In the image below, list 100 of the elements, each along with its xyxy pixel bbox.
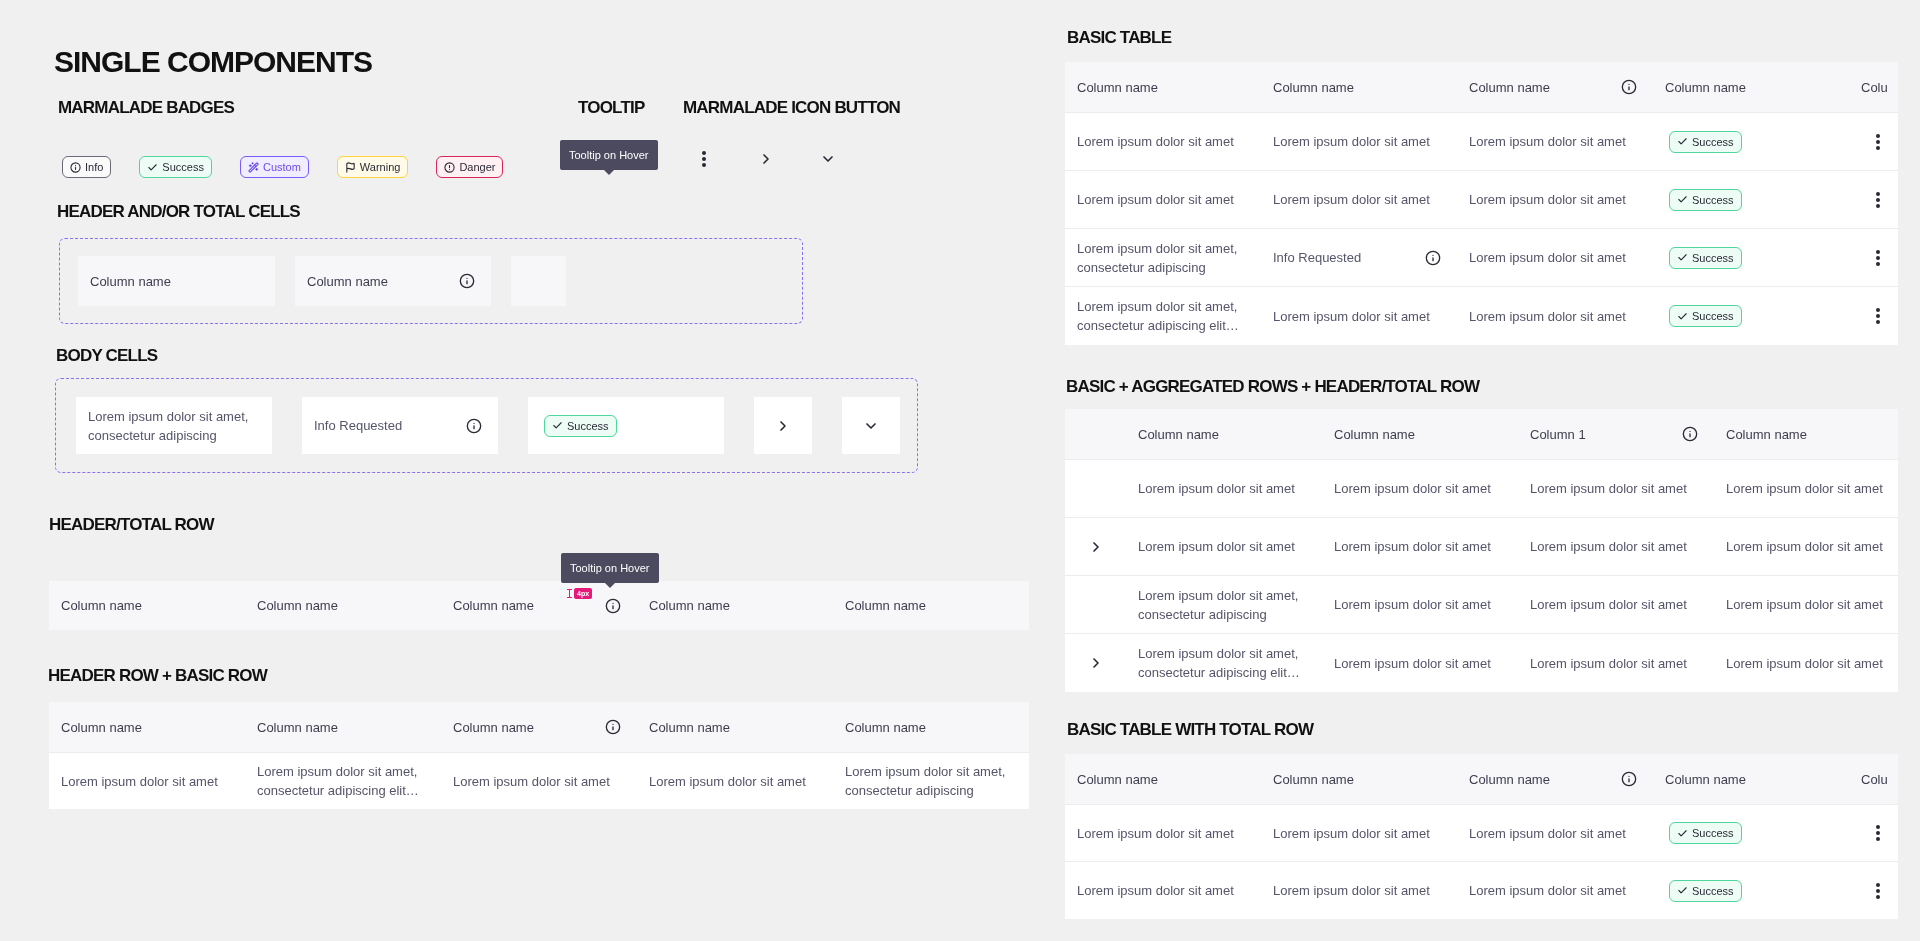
info-icon[interactable] [1621,771,1637,787]
alert-icon [444,161,456,173]
status-badge: Success [544,414,617,437]
info-icon [70,161,81,173]
check-icon [1677,310,1688,322]
table-cell-text: Info Requested [1273,249,1362,267]
info-icon[interactable] [466,417,482,434]
info-icon[interactable] [1425,249,1441,266]
kebab-icon [1876,133,1880,150]
section-heading: HEADER/TOTAL ROW [49,514,214,536]
table-cell-text: Lorem ipsum dolor sit amet [1726,654,1883,673]
status-badge: Danger [436,156,504,178]
wand-icon [247,161,259,173]
table-cell-text: Lorem ipsum dolor sit amet [1334,480,1491,498]
table-cell-text: Lorem ipsum dolor sit amet [1273,191,1430,209]
section-heading: HEADER AND/OR TOTAL CELLS [57,201,300,223]
spacing-marker-icon [567,589,572,598]
table-cell-text: Lorem ipsum dolor sit amet [1138,480,1295,498]
column-header: Colu [1861,78,1888,97]
table-cell-text: Lorem ipsum dolor sit amet [1077,824,1234,843]
table-cell-text: Lorem ipsum dolor sit amet [1469,249,1626,267]
column-header: Column name [1665,78,1746,97]
column-header: Column name [1469,770,1550,789]
info-icon[interactable] [459,273,475,289]
table-cell-text: Lorem ipsum dolor sit amet [1334,654,1491,673]
table-cell-text: Lorem ipsum dolor sit amet [1077,133,1234,151]
section-heading: BASIC TABLE WITH TOTAL ROW [1067,719,1315,741]
status-badge: Success [1669,188,1742,211]
table-cell-text: Lorem ipsum dolor sit amet, consectetur adipiscing elit… [257,763,419,800]
status-badge: Success [1669,246,1742,269]
column-header: Column name [845,597,926,615]
table-cell-text: Lorem ipsum dolor sit amet, consectetur adipiscing [845,763,1006,800]
kebab-icon [1876,191,1880,208]
kebab-icon [1876,308,1880,324]
column-header: Column name [1077,770,1158,789]
column-header: Column name [257,597,338,615]
column-header: Column name [307,272,388,291]
section-heading: HEADER ROW + BASIC ROW [48,665,267,687]
column-header: Column name [1334,425,1415,444]
table-cell-text: Lorem ipsum dolor sit amet [1726,596,1883,614]
table-cell-text: Lorem ipsum dolor sit amet [61,772,218,791]
table-cell-text: Info Requested [314,417,403,435]
status-badge: Success [1669,879,1742,902]
table-cell-text: Lorem ipsum dolor sit amet, consectetur adipiscing [88,407,249,445]
kebab-icon [1876,825,1880,841]
column-header: Column name [1726,425,1807,444]
table-cell-text: Lorem ipsum dolor sit amet [1077,191,1234,209]
table-cell-text: Lorem ipsum dolor sit amet [1138,538,1295,556]
table-cell-text: Lorem ipsum dolor sit amet, consectetur adipiscing [1138,586,1299,624]
table-cell-text: Lorem ipsum dolor sit amet [1726,480,1883,498]
column-header: Column name [1077,78,1158,97]
table-cell-text: Lorem ipsum dolor sit amet, consectetur adipiscing elit… [1077,298,1239,335]
page-title: SINGLE COMPONENTS [54,44,373,80]
column-header: Column name [649,718,730,737]
column-header: Column name [257,718,338,737]
table-cell-text: Lorem ipsum dolor sit amet [1469,824,1626,843]
table-cell-text: Lorem ipsum dolor sit amet [1726,538,1883,556]
table-cell-text: Lorem ipsum dolor sit amet [1273,824,1430,843]
column-header: Column name [649,597,730,615]
column-header: Column name [1273,770,1354,789]
table-cell-text: Lorem ipsum dolor sit amet [1469,307,1626,326]
info-icon[interactable] [1682,426,1698,442]
column-header: Column 1 [1530,425,1586,444]
section-heading: TOOLTIP [578,97,646,119]
status-badge: Custom [239,156,309,178]
column-header: Column name [61,597,142,615]
status-badge: Success [139,156,212,178]
column-header: Column name [845,718,926,737]
table-cell-text: Lorem ipsum dolor sit amet [1530,654,1687,673]
tooltip: Tooltip on Hover [560,140,658,175]
table-cell-text: Lorem ipsum dolor sit amet [1334,596,1491,614]
section-heading: BASIC + AGGREGATED ROWS + HEADER/TOTAL ROW [1066,376,1481,398]
status-badge: Success [1669,822,1742,844]
column-header: Column name [453,597,534,615]
check-icon [1677,136,1688,147]
table-cell-text: Lorem ipsum dolor sit amet [649,772,806,791]
table-cell-text: Lorem ipsum dolor sit amet, consectetur adipiscing [1077,239,1238,277]
table-cell-text: Lorem ipsum dolor sit amet, consectetur adipiscing elit… [1138,645,1300,682]
status-badge: Info [62,156,112,178]
column-header: Colu [1861,770,1888,789]
info-icon[interactable] [605,719,621,735]
table-cell-text: Lorem ipsum dolor sit amet [1273,133,1430,151]
check-icon [1677,252,1688,263]
info-icon[interactable] [605,597,621,614]
table-cell-text: Lorem ipsum dolor sit amet [1273,882,1430,900]
table-cell-text: Lorem ipsum dolor sit amet [1077,882,1234,900]
table-cell-text: Lorem ipsum dolor sit amet [1469,191,1626,209]
column-header: Column name [453,718,534,737]
status-badge: Warning [336,156,409,178]
kebab-icon [1876,249,1880,266]
kebab-icon [1876,882,1880,899]
table-cell-text: Lorem ipsum dolor sit amet [1469,882,1626,900]
column-header: Column name [90,272,171,291]
table-cell-text: Lorem ipsum dolor sit amet [1530,596,1687,614]
column-header: Column name [1273,78,1354,97]
column-header: Column name [61,718,142,737]
kebab-icon [702,151,706,167]
info-icon[interactable] [1621,79,1637,95]
column-header: Column name [1469,78,1550,97]
table-cell-text: Lorem ipsum dolor sit amet [1530,538,1687,556]
